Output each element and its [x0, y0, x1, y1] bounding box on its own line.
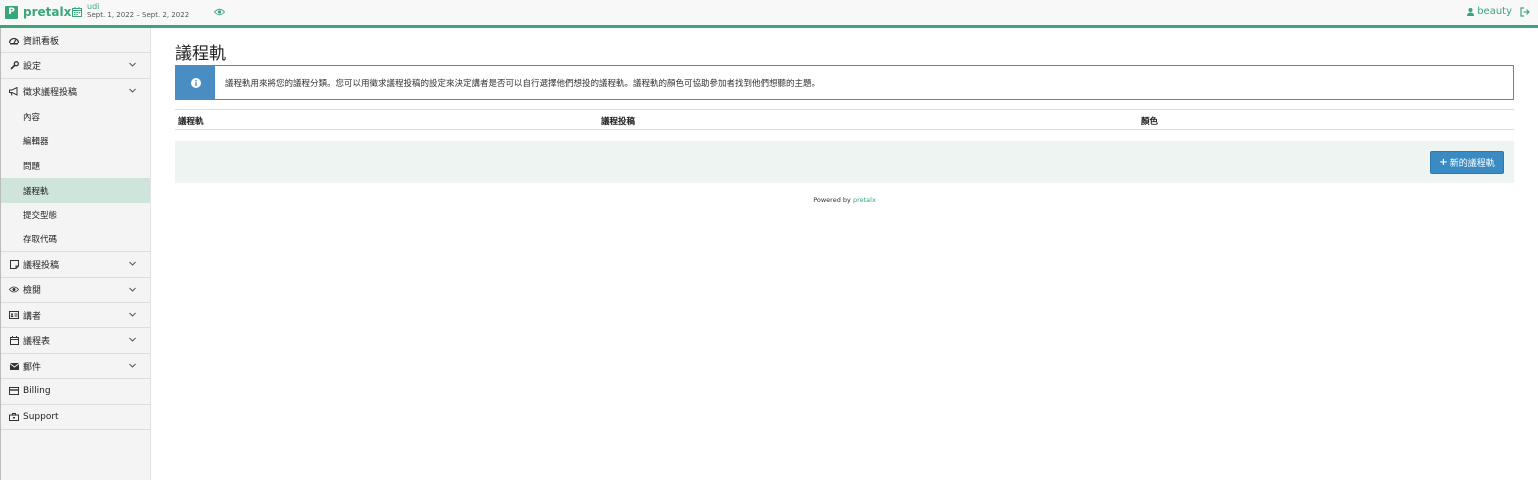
- dashboard-icon: [9, 35, 19, 45]
- event-dates: Sept. 1, 2022 – Sept. 2, 2022: [87, 11, 190, 19]
- sidebar-label-settings: 設定: [23, 62, 42, 73]
- sidebar-item-support[interactable]: Support: [1, 405, 150, 431]
- sidebar-subitem-content[interactable]: 內容: [1, 104, 150, 129]
- sidebar-item-settings[interactable]: 設定: [1, 53, 150, 79]
- new-track-button[interactable]: + 新的議程軌: [1430, 151, 1504, 174]
- user-menu[interactable]: beauty: [1467, 6, 1512, 17]
- calendar-icon: [72, 6, 82, 17]
- new-track-label: 新的議程軌: [1449, 159, 1495, 169]
- eye-icon[interactable]: [214, 8, 225, 16]
- alert-text: 議程軌用來將您的議程分類。您可以用徵求議程投稿的設定來決定講者是否可以自行選擇他…: [225, 78, 821, 89]
- logo-mark: P: [5, 5, 18, 19]
- sidebar: 資訊看板 設定 徵求議程投稿 內容 編輯器 問題 議程軌 提交型態 存取代碼 議…: [0, 28, 151, 480]
- sidebar-item-submissions[interactable]: 議程投稿: [1, 252, 150, 278]
- chevron-down-icon: [129, 287, 136, 292]
- info-icon: [176, 66, 215, 99]
- wrench-icon: [9, 61, 19, 71]
- sidebar-label-support: Support: [23, 411, 59, 422]
- sidebar-label-dashboard: 資訊看板: [23, 36, 60, 47]
- tracks-table-header: 議程軌 議程投稿 顏色: [175, 109, 1514, 130]
- table-actions-panel: + 新的議程軌: [175, 141, 1514, 183]
- user-name: beauty: [1477, 6, 1512, 17]
- chevron-down-icon: [129, 88, 136, 93]
- info-alert: 議程軌用來將您的議程分類。您可以用徵求議程投稿的設定來決定講者是否可以自行選擇他…: [175, 65, 1514, 100]
- sidebar-label-billing: Billing: [23, 386, 51, 397]
- plus-icon: +: [1439, 157, 1448, 168]
- calendar-icon: [9, 336, 19, 346]
- event-name: udi: [87, 2, 100, 11]
- sidebar-subitem-access-codes[interactable]: 存取代碼: [1, 228, 150, 253]
- envelope-icon: [9, 361, 19, 371]
- sidebar-item-schedule[interactable]: 議程表: [1, 328, 150, 354]
- column-header-color[interactable]: 顏色: [1141, 115, 1158, 127]
- sidebar-item-billing[interactable]: Billing: [1, 379, 150, 405]
- briefcase-icon: [9, 412, 19, 422]
- event-switcher[interactable]: udi Sept. 1, 2022 – Sept. 2, 2022: [72, 3, 189, 20]
- pretalx-logo[interactable]: P pretalx: [5, 5, 71, 19]
- top-navbar: P pretalx udi Sept. 1, 2022 – Sept. 2, 2…: [0, 0, 1538, 28]
- column-header-track[interactable]: 議程軌: [178, 115, 204, 127]
- powered-by: Powered by pretalx: [175, 196, 1514, 204]
- chevron-down-icon: [129, 261, 136, 267]
- sidebar-subitem-session-types[interactable]: 提交型態: [1, 203, 150, 228]
- sidebar-label-mails: 郵件: [23, 362, 42, 373]
- sidebar-item-dashboard[interactable]: 資訊看板: [1, 28, 150, 54]
- column-header-submissions[interactable]: 議程投稿: [601, 115, 635, 127]
- bullhorn-icon: [9, 86, 19, 96]
- powered-by-prefix: Powered by: [813, 196, 851, 204]
- eye-icon: [9, 285, 19, 295]
- sidebar-label-schedule: 議程表: [23, 337, 51, 348]
- chevron-down-icon: [129, 363, 136, 368]
- chevron-down-icon: [129, 338, 136, 343]
- sticky-note-icon: [9, 259, 19, 269]
- sidebar-item-review[interactable]: 檢閱: [1, 278, 150, 304]
- sidebar-label-submissions: 議程投稿: [23, 260, 60, 271]
- chevron-down-icon: [129, 312, 136, 317]
- sidebar-item-speakers[interactable]: 講者: [1, 303, 150, 329]
- sidebar-label-speakers: 講者: [23, 311, 42, 322]
- user-icon: [1467, 7, 1475, 16]
- sidebar-item-mails[interactable]: 郵件: [1, 354, 150, 380]
- id-card-icon: [9, 310, 19, 320]
- sidebar-subitem-questions[interactable]: 問題: [1, 154, 150, 179]
- chevron-down-icon: [129, 63, 136, 68]
- sidebar-subitem-tracks[interactable]: 議程軌: [1, 178, 150, 203]
- page-title: 議程軌: [175, 44, 226, 64]
- sidebar-subitem-editor[interactable]: 編輯器: [1, 129, 150, 154]
- logo-text: pretalx: [23, 5, 72, 19]
- sidebar-item-cfp[interactable]: 徵求議程投稿: [1, 79, 150, 104]
- sidebar-label-review: 檢閱: [23, 286, 42, 297]
- pretalx-link[interactable]: pretalx: [853, 196, 876, 204]
- logout-icon[interactable]: [1520, 7, 1530, 17]
- credit-card-icon: [9, 386, 19, 396]
- sidebar-label-cfp: 徵求議程投稿: [23, 87, 78, 98]
